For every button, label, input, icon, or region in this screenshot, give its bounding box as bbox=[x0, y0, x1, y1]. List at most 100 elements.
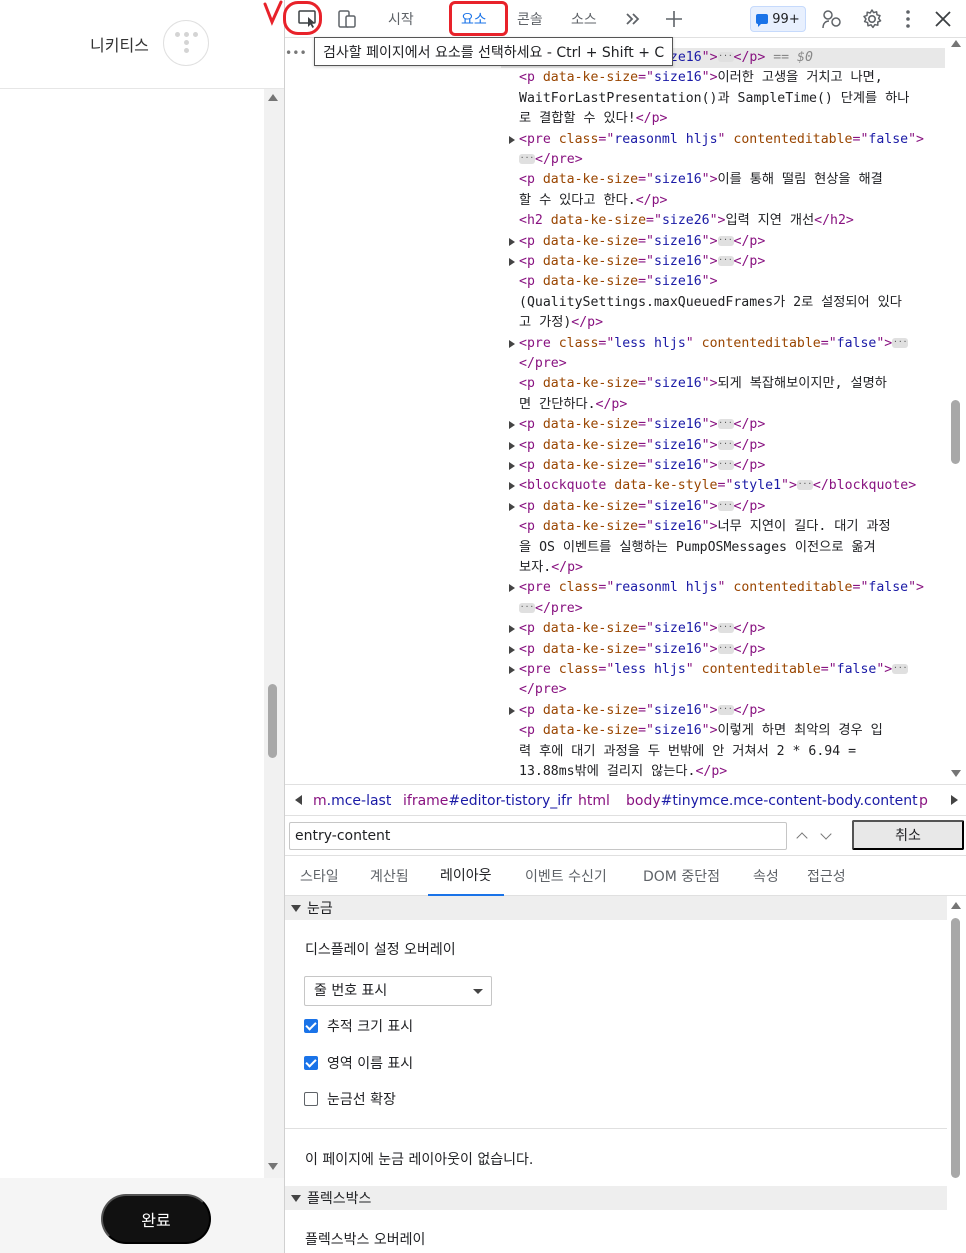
dom-node-line[interactable]: ···</pre> bbox=[519, 150, 583, 170]
breadcrumb-item[interactable]: body#tinymce.mce-content-body.content bbox=[626, 793, 918, 809]
editor-body[interactable] bbox=[0, 89, 284, 1178]
dom-node-line[interactable]: <p data-ke-size="size16">···</p> bbox=[519, 252, 765, 272]
dom-node-line[interactable]: ···</pre> bbox=[519, 599, 583, 619]
checkbox-icon[interactable] bbox=[304, 1092, 318, 1106]
tab-console[interactable]: 콘솔 bbox=[517, 0, 543, 38]
ellipsis-icon[interactable]: ··· bbox=[519, 602, 535, 613]
tab-computed[interactable]: 계산됨 bbox=[370, 856, 409, 896]
dom-node-line[interactable]: 할 수 있다고 한다.</p> bbox=[519, 191, 667, 211]
dom-node-line[interactable]: 13.88ms밖에 걸리지 않는다.</p> bbox=[519, 762, 727, 782]
dom-node-line[interactable]: <p data-ke-size="size16">이를 통해 떨림 현상을 해결 bbox=[519, 170, 883, 190]
dom-node-line[interactable]: <p data-ke-size="size16">···</p> bbox=[519, 456, 765, 476]
dom-node-line[interactable]: <p data-ke-size="size16">···</p> bbox=[519, 497, 765, 517]
expand-node-icon[interactable] bbox=[509, 462, 515, 470]
ellipsis-icon[interactable]: ··· bbox=[717, 439, 734, 450]
avatar[interactable] bbox=[163, 20, 209, 66]
search-next-button[interactable] bbox=[815, 823, 837, 849]
search-previous-button[interactable] bbox=[791, 823, 813, 849]
dom-node-line[interactable]: </pre> bbox=[519, 680, 567, 700]
ellipsis-icon[interactable]: ··· bbox=[717, 52, 734, 62]
dom-node-line[interactable]: 면 간단하다.</p> bbox=[519, 395, 627, 415]
breadcrumb-item[interactable]: iframe#editor-tistory_ifr bbox=[403, 793, 572, 809]
dom-node-line[interactable]: 로 결합할 수 있다!</p> bbox=[519, 109, 667, 129]
ellipsis-icon[interactable]: ··· bbox=[717, 623, 734, 634]
dom-node-line[interactable]: <p data-ke-size="size16">이러한 고생을 거치고 나면, bbox=[519, 68, 883, 88]
tab-event-listeners[interactable]: 이벤트 수신기 bbox=[525, 856, 607, 896]
breadcrumb-item[interactable]: html bbox=[578, 793, 610, 809]
overlay-select[interactable]: 줄 번호 표시 bbox=[304, 976, 492, 1006]
pane-scroll-up-icon[interactable] bbox=[951, 902, 961, 909]
ellipsis-icon[interactable]: ··· bbox=[717, 419, 734, 430]
ellipsis-icon[interactable]: ··· bbox=[892, 664, 909, 674]
tab-layout[interactable]: 레이아웃 bbox=[428, 856, 504, 896]
ellipsis-icon[interactable]: ··· bbox=[717, 235, 734, 246]
dom-node-line[interactable]: 력 후에 대기 과정을 두 번밖에 안 거쳐서 2 * 6.94 = bbox=[519, 742, 856, 762]
flex-section-header[interactable]: 플렉스박스 bbox=[285, 1186, 947, 1210]
dom-node-line[interactable]: <pre class="reasonml hljs" contenteditab… bbox=[519, 130, 924, 150]
ellipsis-icon[interactable]: ··· bbox=[717, 256, 734, 266]
breadcrumb-right-icon[interactable] bbox=[951, 795, 958, 805]
expand-node-icon[interactable] bbox=[509, 237, 515, 246]
issues-badge[interactable]: 99+ bbox=[750, 6, 806, 32]
add-tab-button[interactable] bbox=[661, 4, 687, 34]
dom-node-line[interactable]: <p data-ke-size="size16">···</p> bbox=[519, 415, 765, 435]
dom-node-line[interactable]: <pre class="less hljs" contenteditable="… bbox=[519, 660, 909, 680]
expand-node-icon[interactable] bbox=[509, 625, 515, 634]
scroll-up-icon[interactable] bbox=[268, 94, 278, 101]
more-tabs-button[interactable] bbox=[621, 4, 645, 34]
breadcrumb-item[interactable]: p bbox=[919, 793, 928, 809]
checkbox-icon[interactable] bbox=[304, 1019, 318, 1033]
dom-node-line[interactable]: <h2 data-ke-size="size26">입력 지연 개선</h2> bbox=[519, 211, 854, 231]
grid-section-header[interactable]: 눈금 bbox=[285, 896, 947, 920]
tab-start[interactable]: 시작 bbox=[388, 0, 414, 38]
layout-pane-scroll-thumb[interactable] bbox=[951, 918, 960, 1178]
expand-node-icon[interactable] bbox=[509, 706, 515, 715]
expand-node-icon[interactable] bbox=[509, 135, 515, 144]
breadcrumb-left-icon[interactable] bbox=[295, 795, 302, 805]
expand-node-icon[interactable] bbox=[509, 584, 515, 593]
ellipsis-icon[interactable]: ··· bbox=[892, 337, 909, 348]
dom-node-line[interactable]: </pre> bbox=[519, 354, 567, 374]
dom-node-line[interactable]: 보자.</p> bbox=[519, 558, 583, 578]
dom-tree[interactable]: ••• <p data-ke-size="size16">···</p> == … bbox=[285, 38, 966, 784]
ellipsis-icon[interactable]: ··· bbox=[717, 643, 734, 654]
cancel-search-button[interactable]: 취소 bbox=[852, 820, 964, 850]
expand-node-icon[interactable] bbox=[509, 645, 515, 654]
more-options-button[interactable] bbox=[896, 4, 920, 34]
tab-styles[interactable]: 스타일 bbox=[300, 856, 339, 896]
done-button[interactable]: 완료 bbox=[101, 1194, 211, 1244]
dom-node-line[interactable]: <p data-ke-size="size16">너무 지연이 길다. 대기 과… bbox=[519, 517, 891, 537]
search-input[interactable]: entry-content bbox=[289, 822, 787, 850]
tree-gutter-dots[interactable]: ••• bbox=[285, 46, 307, 60]
expand-node-icon[interactable] bbox=[509, 482, 515, 491]
device-toolbar-button[interactable] bbox=[333, 4, 361, 34]
dom-node-line[interactable]: 을 OS 이벤트를 실행하는 PumpOSMessages 이전으로 옮겨 bbox=[519, 538, 876, 558]
expand-node-icon[interactable] bbox=[509, 666, 515, 674]
dom-node-line[interactable]: WaitForLastPresentation()과 SampleTime() … bbox=[519, 89, 909, 109]
editor-scrollbar[interactable] bbox=[264, 89, 284, 1178]
ellipsis-icon[interactable]: ··· bbox=[717, 500, 734, 511]
expand-node-icon[interactable] bbox=[509, 441, 515, 450]
expand-node-icon[interactable] bbox=[509, 421, 515, 430]
tree-scroll-down-icon[interactable] bbox=[951, 770, 961, 777]
dom-tree-scroll-thumb[interactable] bbox=[951, 400, 960, 464]
ellipsis-icon[interactable]: ··· bbox=[717, 704, 734, 715]
tab-accessibility[interactable]: 접근성 bbox=[807, 856, 846, 896]
scroll-down-icon[interactable] bbox=[268, 1163, 278, 1170]
checkbox-icon[interactable] bbox=[304, 1056, 318, 1070]
dom-node-line[interactable]: <pre class="less hljs" contenteditable="… bbox=[519, 334, 909, 354]
tab-properties[interactable]: 속성 bbox=[753, 856, 779, 896]
dom-node-line[interactable]: <p data-ke-size="size16">이렇게 하면 최악의 경우 입 bbox=[519, 721, 883, 741]
tab-dom-breakpoints[interactable]: DOM 중단점 bbox=[643, 856, 720, 896]
breadcrumb-item[interactable]: m.mce-last bbox=[313, 793, 391, 809]
checkbox-track-sizes[interactable]: 추적 크기 표시 bbox=[304, 1016, 413, 1036]
dom-node-line[interactable]: <p data-ke-size="size16">···</p> bbox=[519, 701, 765, 721]
dom-node-line[interactable]: <p data-ke-size="size16">···</p> bbox=[519, 640, 765, 660]
ellipsis-icon[interactable]: ··· bbox=[717, 460, 734, 470]
dom-node-line[interactable]: (QualitySettings.maxQueuedFrames가 2로 설정되… bbox=[519, 293, 902, 313]
connect-button[interactable] bbox=[817, 4, 847, 34]
ellipsis-icon[interactable]: ··· bbox=[519, 154, 535, 164]
tab-sources[interactable]: 소스 bbox=[571, 0, 597, 38]
dom-node-line[interactable]: <blockquote data-ke-style="style1">···</… bbox=[519, 476, 916, 496]
ellipsis-icon[interactable]: ··· bbox=[796, 480, 813, 491]
